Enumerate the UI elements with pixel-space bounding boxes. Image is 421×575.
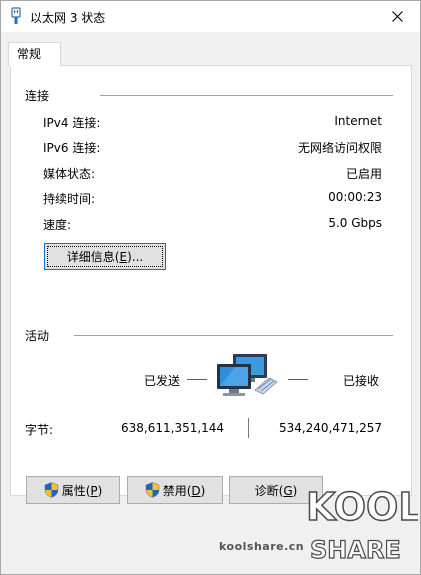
network-computers-icon — [217, 354, 278, 396]
duration-value: 00:00:23 — [328, 190, 382, 204]
activity-group-title: 活动 — [25, 329, 50, 343]
media-state-label: 媒体状态: — [43, 167, 96, 181]
sent-connector-line — [187, 379, 207, 380]
media-state-value: 已启用 — [345, 167, 382, 181]
bytes-received-value: 534,240,471,257 — [278, 421, 382, 435]
tab-general[interactable]: 常规 — [8, 42, 61, 66]
speed-label: 速度: — [43, 218, 72, 232]
ethernet-plug-icon — [11, 7, 21, 24]
disable-button[interactable]: 禁用(D) — [127, 476, 223, 504]
uac-shield-icon — [44, 482, 58, 498]
close-button[interactable] — [374, 1, 420, 32]
connection-group-title: 连接 — [25, 89, 50, 103]
ipv6-label: IPv6 连接: — [43, 141, 101, 155]
ipv4-value: Internet — [334, 114, 382, 128]
diagnose-button[interactable]: 诊断(G) — [229, 476, 323, 504]
details-button-label: 详细信息(E)... — [66, 250, 144, 264]
ipv6-value: 无网络访问权限 — [297, 141, 382, 155]
received-connector-line — [288, 379, 308, 380]
tab-panel-general: 连接 IPv4 连接: Internet IPv6 连接: 无网络访问权限 媒体… — [10, 65, 412, 496]
connection-group-line — [100, 95, 393, 96]
duration-label: 持续时间: — [43, 192, 96, 206]
watermark-site-text: koolshare.cn — [219, 540, 305, 553]
received-label: 已接收 — [343, 374, 380, 388]
title-bar[interactable]: 以太网 3 状态 — [1, 1, 420, 32]
details-button[interactable]: 详细信息(E)... — [44, 243, 166, 270]
uac-shield-icon — [145, 482, 159, 498]
bytes-sent-value: 638,611,351,144 — [121, 421, 225, 435]
bytes-label: 字节: — [25, 423, 54, 437]
disable-button-label: 禁用(D) — [162, 483, 206, 498]
properties-button-label: 属性(P) — [61, 483, 103, 498]
sent-label: 已发送 — [144, 374, 181, 388]
activity-group-line — [74, 335, 393, 336]
bytes-separator — [248, 418, 249, 438]
close-icon — [391, 11, 403, 22]
properties-button[interactable]: 属性(P) — [26, 476, 120, 504]
ipv4-label: IPv4 连接: — [43, 116, 101, 130]
window-title: 以太网 3 状态 — [30, 11, 106, 25]
diagnose-button-label: 诊断(G) — [254, 483, 298, 498]
speed-value: 5.0 Gbps — [328, 216, 382, 230]
dialog-client-area: 常规 连接 IPv4 连接: Internet IPv6 连接: 无网络访问权限… — [1, 32, 420, 574]
status-dialog: 以太网 3 状态 常规 连接 IPv4 连接: Internet IPv6 连接… — [0, 0, 421, 575]
